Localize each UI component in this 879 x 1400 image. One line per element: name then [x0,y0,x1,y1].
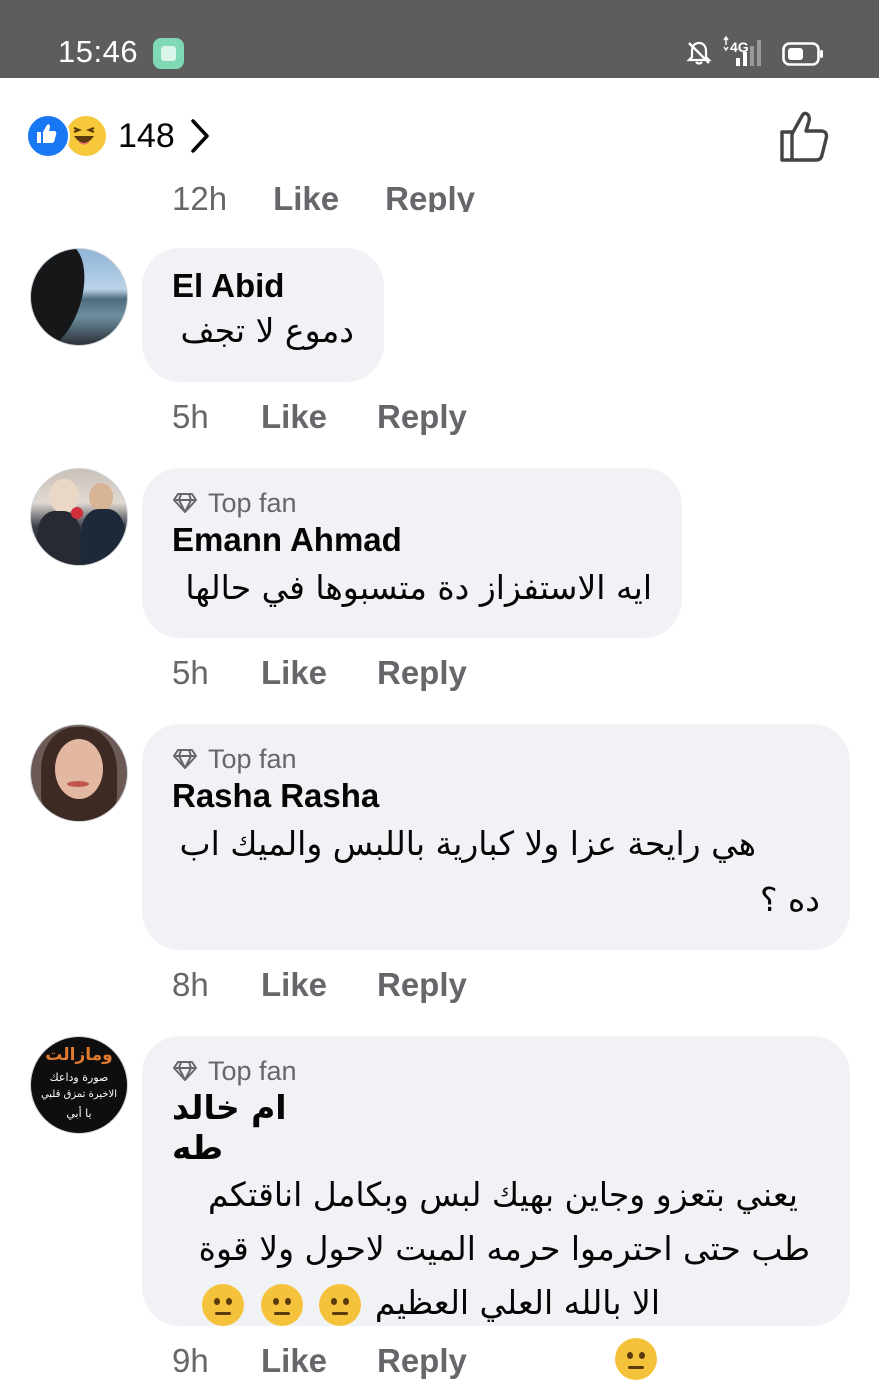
like-button[interactable]: Like [261,1342,377,1380]
top-fan-label: Top fan [208,1055,297,1086]
comment-author[interactable]: ام خالد طه [172,1088,322,1168]
avatar-caption-line: يا أبي [66,1107,92,1120]
thumbs-up-icon[interactable] [776,110,832,164]
comment-bubble[interactable]: El Abid دموع لا تجف [142,248,384,382]
comment-line: هي رايحة عزا ولا كبارية باللبس والميك اب [179,824,756,863]
comment-time: 5h [172,398,209,435]
frown-emoji-icon [319,1283,362,1326]
comment-line: دموع لا تجف [180,311,354,350]
battery-icon [782,42,823,66]
haha-reaction-icon [64,114,108,158]
status-bar: 15:46 4G [0,0,879,78]
comment-bubble[interactable]: Top fan Emann Ahmad ايه الاستفزاز دة متس… [142,468,682,638]
reply-button[interactable]: Reply [377,398,467,436]
reply-button[interactable]: Reply [377,966,467,1004]
comment-time: 9h [172,1342,209,1379]
reaction-summary[interactable]: 148 [26,114,211,158]
avatar-caption-title: ومازالت [45,1045,113,1065]
frown-emoji-icon [202,1283,245,1326]
diamond-icon [173,749,197,769]
avatar[interactable] [30,468,128,566]
bell-off-icon [686,41,712,65]
diamond-icon [173,493,197,513]
comment-line: الا بالله العلي العظيم [374,1283,660,1322]
like-button[interactable]: Like [261,398,377,436]
chevron-right-icon [190,119,209,153]
avatar[interactable]: ومازالت صورة وداعك الاخيرة تمزق قلبي يا … [30,1036,128,1134]
like-button[interactable]: Like [261,654,377,692]
reply-button[interactable]: Reply [377,654,467,692]
reply-button[interactable]: Reply [377,1342,467,1380]
cutoff-actions-row: 12h Like Reply [172,176,521,212]
top-fan-label: Top fan [208,743,297,774]
top-fan-badge: Top fan [172,742,820,776]
comment-author[interactable]: El Abid [172,266,354,306]
comment-author[interactable]: Rasha Rasha [172,776,820,816]
app-notification-icon [153,38,184,69]
status-time: 15:46 [58,34,139,69]
comment-time: 8h [172,966,209,1003]
comment-line: يعني بتعزو وجاين بهيك لبس وبكامل اناقتكم [207,1175,798,1214]
frown-emoji-icon [260,1283,303,1326]
cutoff-reply[interactable]: Reply [385,180,475,212]
top-fan-badge: Top fan [172,1054,820,1088]
top-fan-label: Top fan [208,487,297,518]
comment-actions: 8h Like Reply [172,966,467,1004]
avatar-caption-line: صورة وداعك [49,1071,109,1084]
comment-text: ايه الاستفزاز دة متسبوها في حالها [172,560,652,616]
cutoff-time: 12h [172,180,228,212]
like-reaction-icon [26,114,70,158]
avatar-caption-line: الاخيرة تمزق قلبي [40,1089,118,1100]
comment-text: هي رايحة عزا ولا كبارية باللبس والميك اب… [172,816,820,928]
frown-emoji-icon [615,1337,657,1380]
comment-actions: 9h Like Reply [172,1342,467,1380]
comment-bubble[interactable]: Top fan Rasha Rasha هي رايحة عزا ولا كبا… [142,724,850,950]
comment-line: ايه الاستفزاز دة متسبوها في حالها [185,568,652,607]
like-button[interactable]: Like [261,966,377,1004]
comment-text: دموع لا تجف [172,306,354,356]
comment-time: 5h [172,654,209,691]
comment-actions: 5h Like Reply [172,398,467,436]
reaction-count: 148 [118,116,175,155]
avatar[interactable] [30,724,128,822]
comment-actions: 5h Like Reply [172,654,467,692]
signal-4g-icon: 4G [723,36,761,66]
comment-line: طب حتى احترموا حرمه الميت لاحول ولا قوة [198,1229,810,1268]
cutoff-like[interactable]: Like [273,180,339,212]
diamond-icon [173,1061,197,1081]
avatar[interactable] [30,248,128,346]
comment-author[interactable]: Emann Ahmad [172,520,652,560]
comment-bubble[interactable]: Top fan ام خالد طه يعني بتعزو وجاين بهيك… [142,1036,850,1380]
top-fan-badge: Top fan [172,486,652,520]
comment-line: ده ؟ [760,880,820,919]
